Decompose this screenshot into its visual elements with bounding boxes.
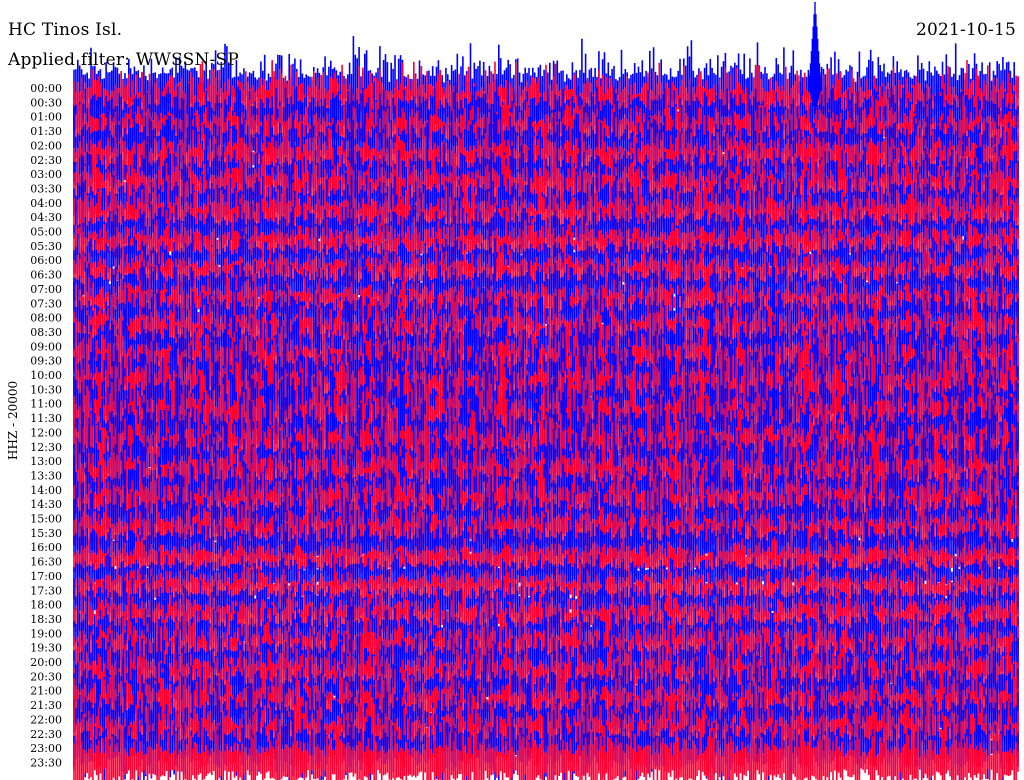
time-tick-2300: 23:00 bbox=[30, 742, 62, 755]
time-tick-1200: 12:00 bbox=[30, 426, 62, 439]
time-tick-0130: 01:30 bbox=[30, 125, 62, 138]
time-tick-1930: 19:30 bbox=[30, 642, 62, 655]
time-tick-2330: 23:30 bbox=[30, 756, 62, 769]
time-tick-0000: 00:00 bbox=[30, 82, 62, 95]
time-tick-2030: 20:30 bbox=[30, 670, 62, 683]
time-tick-1630: 16:30 bbox=[30, 556, 62, 569]
time-tick-0630: 06:30 bbox=[30, 269, 62, 282]
time-tick-2000: 20:00 bbox=[30, 656, 62, 669]
time-tick-0700: 07:00 bbox=[30, 283, 62, 296]
time-tick-1000: 10:00 bbox=[30, 369, 62, 382]
time-tick-1100: 11:00 bbox=[30, 398, 62, 411]
event-spike-0 bbox=[808, 1, 822, 114]
time-tick-1830: 18:30 bbox=[30, 613, 62, 626]
time-tick-1800: 18:00 bbox=[30, 599, 62, 612]
seismogram-traces bbox=[73, 1, 1019, 780]
time-tick-2230: 22:30 bbox=[30, 728, 62, 741]
time-tick-1130: 11:30 bbox=[30, 412, 62, 425]
time-tick-2200: 22:00 bbox=[30, 713, 62, 726]
time-tick-0400: 04:00 bbox=[30, 197, 62, 210]
time-tick-1300: 13:00 bbox=[30, 455, 62, 468]
time-tick-1700: 17:00 bbox=[30, 570, 62, 583]
time-tick-0600: 06:00 bbox=[30, 254, 62, 267]
time-tick-1330: 13:30 bbox=[30, 469, 62, 482]
time-tick-0430: 04:30 bbox=[30, 211, 62, 224]
time-tick-2100: 21:00 bbox=[30, 685, 62, 698]
time-tick-0300: 03:00 bbox=[30, 168, 62, 181]
time-tick-0900: 09:00 bbox=[30, 340, 62, 353]
time-tick-0230: 02:30 bbox=[30, 154, 62, 167]
time-tick-0800: 08:00 bbox=[30, 312, 62, 325]
time-tick-1400: 14:00 bbox=[30, 484, 62, 497]
time-tick-0930: 09:30 bbox=[30, 355, 62, 368]
helicorder-plot: 00:0000:30 01:0001:3002:00 02:3003:0003:30… bbox=[30, 1, 1019, 780]
time-tick-0500: 05:00 bbox=[30, 226, 62, 239]
time-tick-1500: 15:00 bbox=[30, 513, 62, 526]
time-tick-0330: 03:30 bbox=[30, 182, 62, 195]
time-tick-0830: 08:30 bbox=[30, 326, 62, 339]
time-tick-0030: 00:30 bbox=[30, 96, 62, 109]
time-tick-1900: 19:00 bbox=[30, 627, 62, 640]
time-tick-1430: 14:30 bbox=[30, 498, 62, 511]
time-tick-1230: 12:30 bbox=[30, 441, 62, 454]
time-ticks: 00:0000:30 01:0001:3002:00 02:3003:0003:30… bbox=[30, 82, 62, 769]
time-tick-0730: 07:30 bbox=[30, 297, 62, 310]
time-tick-0200: 02:00 bbox=[30, 139, 62, 152]
time-tick-2130: 21:30 bbox=[30, 699, 62, 712]
time-tick-1600: 16:00 bbox=[30, 541, 62, 554]
time-tick-1730: 17:30 bbox=[30, 584, 62, 597]
time-tick-0530: 05:30 bbox=[30, 240, 62, 253]
filter-label: Applied filter: WWSSN-SP bbox=[8, 50, 240, 70]
time-tick-1530: 15:30 bbox=[30, 527, 62, 540]
time-tick-1030: 10:30 bbox=[30, 383, 62, 396]
time-tick-0100: 01:00 bbox=[30, 111, 62, 124]
